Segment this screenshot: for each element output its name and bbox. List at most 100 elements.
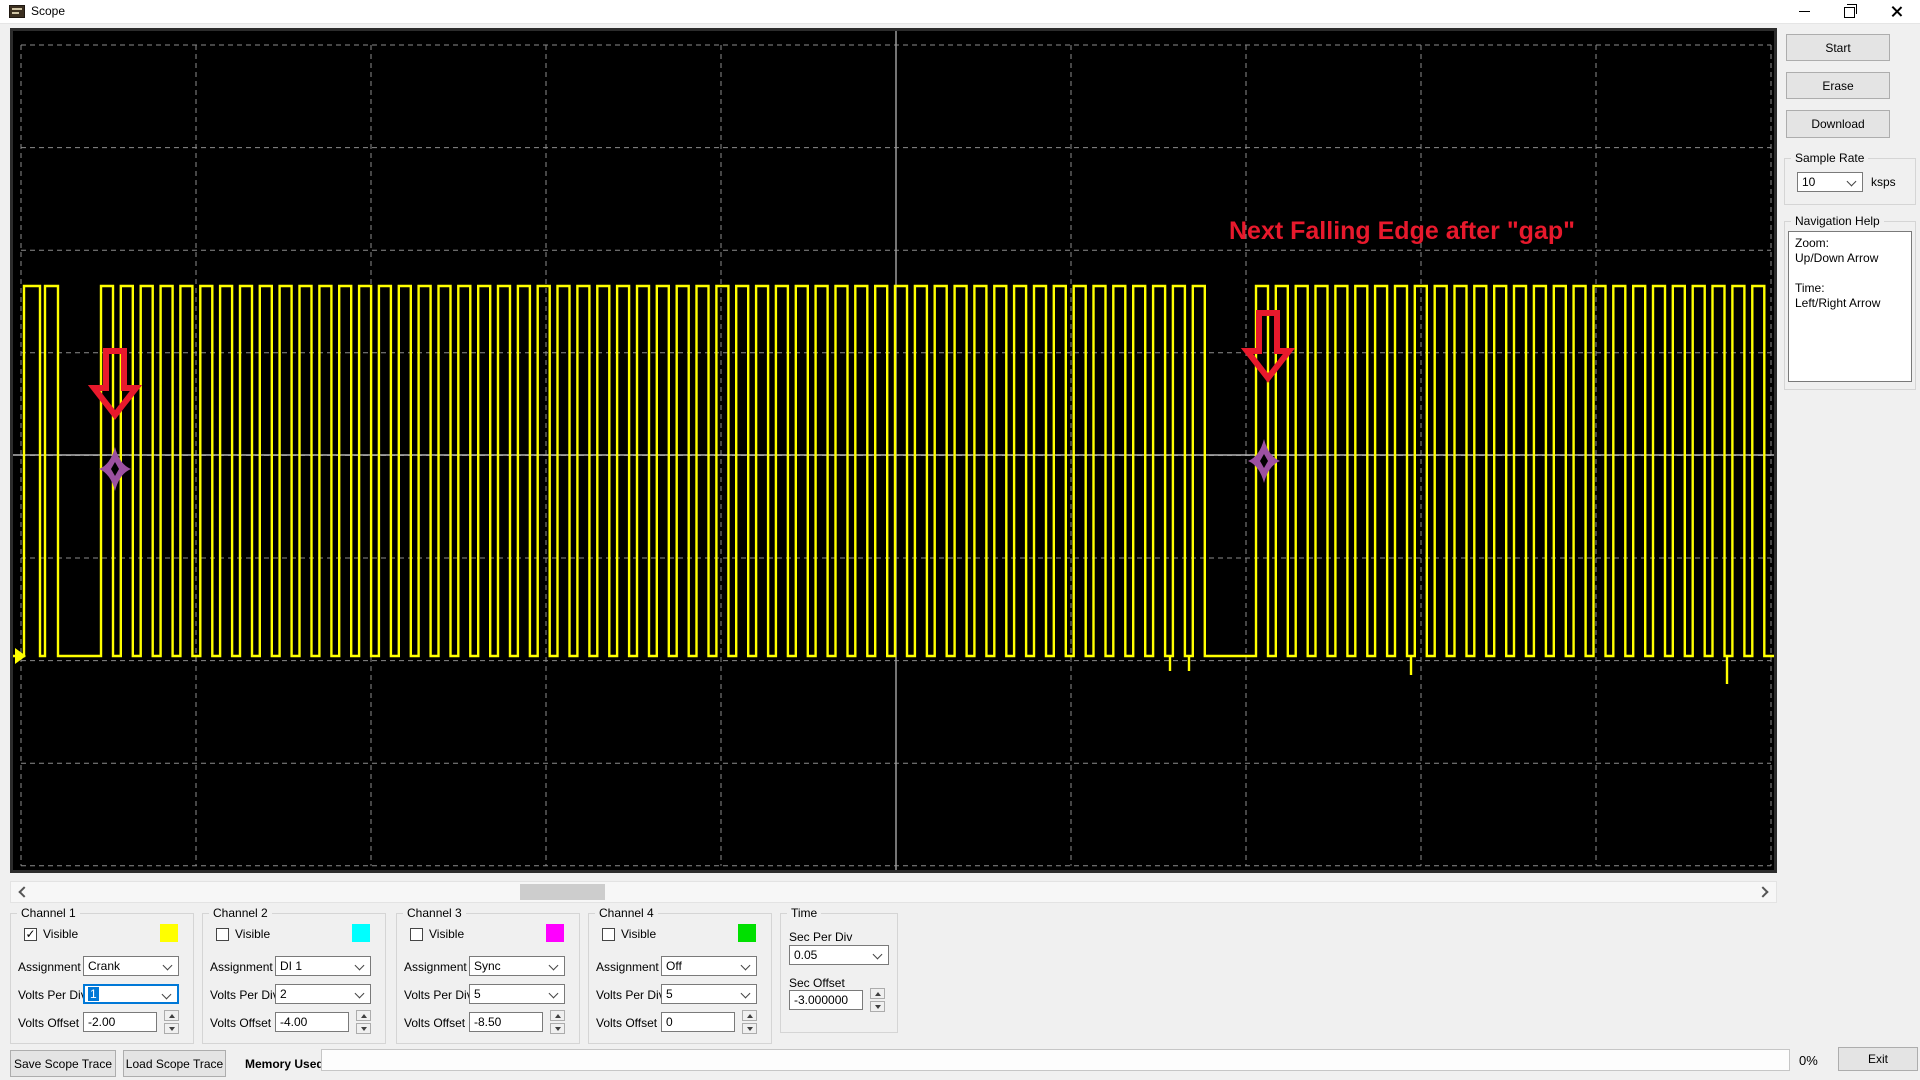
group-title: Sample Rate (1791, 151, 1869, 165)
group-title: Channel 4 (595, 906, 658, 920)
channel-1-color-swatch[interactable] (160, 924, 178, 942)
annotation-text: Next Falling Edge after "gap" (1229, 217, 1575, 245)
scrollbar-thumb[interactable] (520, 884, 605, 900)
group-title: Channel 1 (17, 906, 80, 920)
channel-2-volts-offset-input[interactable]: -4.00 (275, 1012, 349, 1032)
close-button[interactable] (1873, 0, 1919, 23)
channel-1-visible-checkbox[interactable]: ✓ (24, 928, 37, 941)
arrow-up-icon (746, 1013, 753, 1018)
navigation-help-group: Navigation Help Zoom: Up/Down Arrow Time… (1784, 214, 1916, 390)
channel-1-assignment-select[interactable]: Crank (83, 956, 179, 976)
app-icon (9, 5, 25, 18)
restore-button[interactable] (1827, 0, 1873, 23)
group-title: Channel 3 (403, 906, 466, 920)
channel-1-volts-per-div-select[interactable]: 1 (83, 984, 179, 1004)
spin-up-button[interactable] (164, 1010, 179, 1021)
scope-canvas (13, 31, 1774, 870)
assignment-label: Assignment (404, 960, 467, 974)
spin-down-button[interactable] (164, 1023, 179, 1034)
sec-offset-spinner (870, 988, 885, 1012)
volts-offset-label: Volts Offset (210, 1016, 272, 1030)
channel-2-volts-offset-spinner (356, 1010, 371, 1034)
spin-down-button[interactable] (356, 1023, 371, 1034)
volts-offset-label: Volts Offset (596, 1016, 658, 1030)
channel-4-volts-offset-input[interactable]: 0 (661, 1012, 735, 1032)
scroll-left-icon[interactable] (18, 886, 30, 898)
channel-3-group: Channel 3 ✓ Visible Assignment Sync Volt… (396, 906, 580, 1044)
chevron-down-icon (354, 988, 365, 999)
visible-label: Visible (429, 927, 465, 941)
close-icon (1890, 5, 1903, 18)
channel-1-volts-offset-input[interactable]: -2.00 (83, 1012, 157, 1032)
channel-2-group: Channel 2 ✓ Visible Assignment DI 1 Volt… (202, 906, 386, 1044)
channel-4-volts-offset-spinner (742, 1010, 757, 1034)
spin-up-button[interactable] (550, 1010, 565, 1021)
time-group: Time Sec Per Div 0.05 Sec Offset -3.0000… (780, 906, 898, 1033)
title-bar: Scope (0, 0, 1920, 24)
channel-2-color-swatch[interactable] (352, 924, 370, 942)
spin-up-button[interactable] (742, 1010, 757, 1021)
arrow-down-icon (746, 1026, 753, 1031)
chevron-down-icon (354, 960, 365, 971)
channel-3-volts-offset-spinner (550, 1010, 565, 1034)
channel-4-color-swatch[interactable] (738, 924, 756, 942)
volts-per-div-label: Volts Per Div (210, 988, 279, 1002)
sample-rate-select[interactable]: 10 (1797, 172, 1863, 192)
download-button[interactable]: Download (1786, 110, 1890, 138)
navigation-help-box: Zoom: Up/Down Arrow Time: Left/Right Arr… (1788, 231, 1912, 382)
spin-up-button[interactable] (356, 1010, 371, 1021)
start-button[interactable]: Start (1786, 34, 1890, 61)
volts-offset-label: Volts Offset (18, 1016, 80, 1030)
channel-4-visible-checkbox[interactable]: ✓ (602, 928, 615, 941)
volts-per-div-label: Volts Per Div (18, 988, 87, 1002)
sec-offset-input[interactable]: -3.000000 (789, 990, 863, 1010)
spin-up-button[interactable] (870, 988, 885, 999)
chevron-down-icon (162, 960, 173, 971)
erase-button[interactable]: Erase (1786, 72, 1890, 99)
channel-2-visible-checkbox[interactable]: ✓ (216, 928, 229, 941)
chevron-down-icon (740, 960, 751, 971)
channel-3-color-swatch[interactable] (546, 924, 564, 942)
scope-display[interactable]: Next Falling Edge after "gap" (10, 28, 1777, 873)
minimize-button[interactable] (1781, 0, 1827, 23)
chevron-down-icon (872, 949, 883, 960)
scroll-right-icon[interactable] (1757, 886, 1769, 898)
group-title: Channel 2 (209, 906, 272, 920)
channel-2-assignment-select[interactable]: DI 1 (275, 956, 371, 976)
channel-3-visible-checkbox[interactable]: ✓ (410, 928, 423, 941)
visible-label: Visible (43, 927, 79, 941)
time-scrollbar[interactable] (10, 881, 1777, 903)
assignment-label: Assignment (596, 960, 659, 974)
channel-4-volts-per-div-select[interactable]: 5 (661, 984, 757, 1004)
chevron-down-icon (1846, 176, 1857, 187)
channel-2-volts-per-div-select[interactable]: 2 (275, 984, 371, 1004)
arrow-up-icon (874, 991, 881, 996)
chevron-down-icon (548, 960, 559, 971)
channel-3-assignment-select[interactable]: Sync (469, 956, 565, 976)
channel-3-volts-per-div-select[interactable]: 5 (469, 984, 565, 1004)
spin-down-button[interactable] (550, 1023, 565, 1034)
arrow-down-icon (554, 1026, 561, 1031)
spin-down-button[interactable] (870, 1001, 885, 1012)
arrow-down-icon (168, 1026, 175, 1031)
sample-rate-group: Sample Rate 10 ksps (1784, 151, 1916, 205)
volts-per-div-label: Volts Per Div (404, 988, 473, 1002)
save-scope-trace-button[interactable]: Save Scope Trace (10, 1050, 116, 1077)
volts-offset-label: Volts Offset (404, 1016, 466, 1030)
channel-3-volts-offset-input[interactable]: -8.50 (469, 1012, 543, 1032)
exit-button[interactable]: Exit (1838, 1047, 1918, 1071)
arrow-up-icon (168, 1013, 175, 1018)
chevron-down-icon (161, 989, 172, 1000)
assignment-label: Assignment (210, 960, 273, 974)
channel-4-assignment-select[interactable]: Off (661, 956, 757, 976)
group-title: Navigation Help (1791, 214, 1884, 228)
navigation-help-text: Zoom: Up/Down Arrow Time: Left/Right Arr… (1795, 236, 1881, 310)
sample-rate-unit: ksps (1871, 175, 1896, 189)
chevron-down-icon (740, 988, 751, 999)
sec-per-div-select[interactable]: 0.05 (789, 945, 889, 965)
channel-1-group: Channel 1 ✓ Visible Assignment Crank Vol… (10, 906, 194, 1044)
spin-down-button[interactable] (742, 1023, 757, 1034)
load-scope-trace-button[interactable]: Load Scope Trace (123, 1050, 226, 1077)
channel-1-volts-offset-spinner (164, 1010, 179, 1034)
visible-label: Visible (621, 927, 657, 941)
